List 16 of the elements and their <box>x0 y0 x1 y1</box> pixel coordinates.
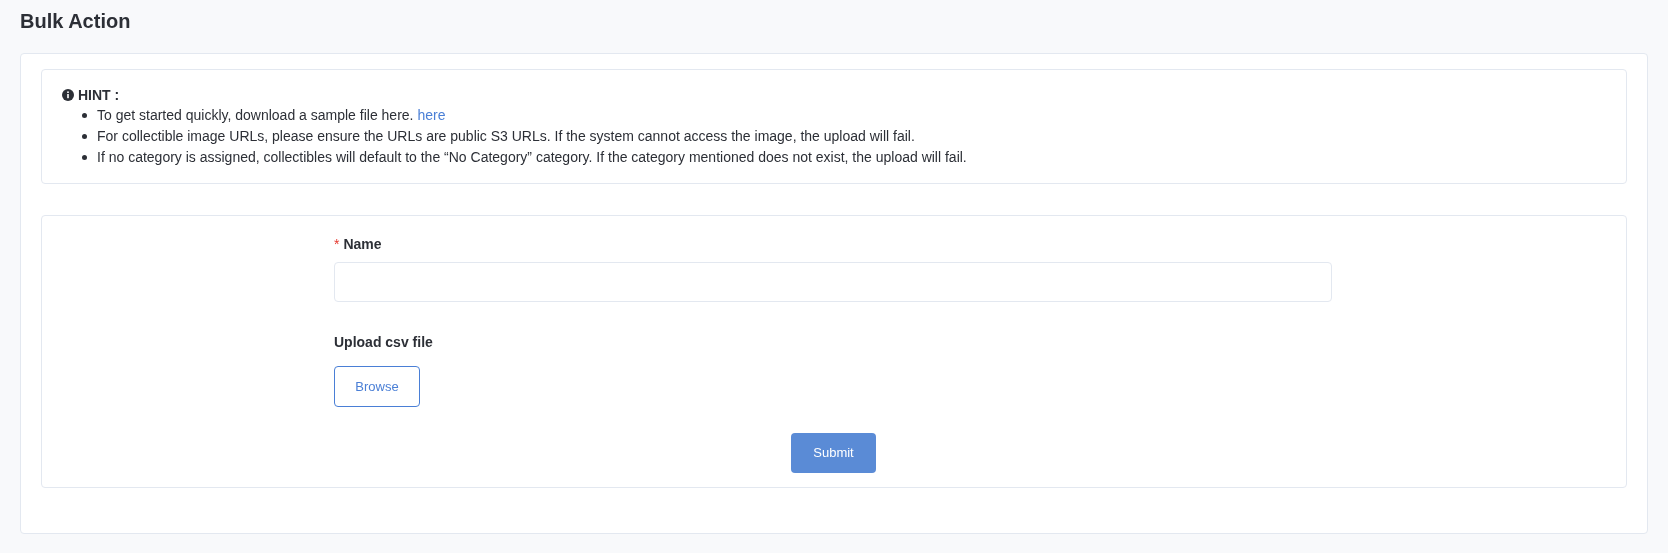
field-label: Upload csv file <box>334 333 433 352</box>
info-icon <box>62 89 74 101</box>
hint-text: If no category is assigned, collectibles will default to the “No Category” category. If the category mentioned does not exist, the upload will fail. <box>97 148 967 167</box>
hint-text: To get started quickly, download a sample file here. <box>97 106 414 125</box>
bullet-icon <box>82 113 87 118</box>
field-label: Name <box>343 234 382 254</box>
submit-button[interactable]: Submit <box>791 433 876 473</box>
hint-title: HINT : <box>78 86 120 104</box>
hint-text: For collectible image URLs, please ensure the URLs are public S3 URLs. If the system cannot access the image, the upload will fail. <box>97 127 915 146</box>
bullet-icon <box>82 134 87 139</box>
page-title: Bulk Action <box>20 9 131 34</box>
name-input[interactable] <box>334 262 1332 302</box>
bullet-icon <box>82 155 87 160</box>
sample-file-link[interactable]: here <box>417 105 446 126</box>
required-mark: * <box>334 234 340 254</box>
browse-button[interactable]: Browse <box>334 366 420 407</box>
